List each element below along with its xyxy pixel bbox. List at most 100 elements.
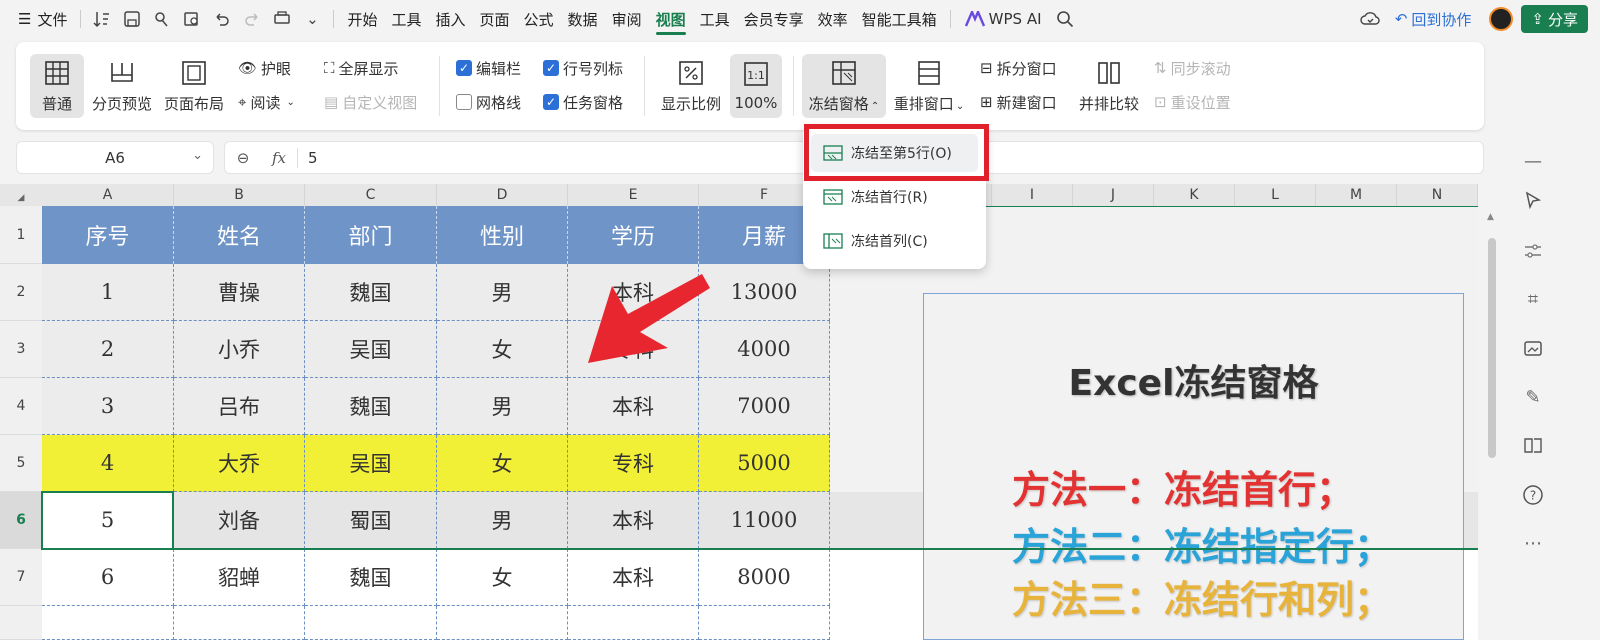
formula-input[interactable]: 5 <box>297 147 318 168</box>
normal-view-button[interactable]: 普通 <box>30 54 84 118</box>
row-header[interactable]: 6 <box>0 492 42 549</box>
book-icon[interactable] <box>1520 432 1546 458</box>
table-cell[interactable]: 1 <box>42 264 174 321</box>
tab-smart-toolbox[interactable]: 智能工具箱 <box>855 0 944 38</box>
row-header[interactable]: 2 <box>0 264 42 321</box>
table-cell[interactable]: 2 <box>42 321 174 378</box>
table-cell[interactable]: 本科 <box>568 549 699 606</box>
tab-page[interactable]: 页面 <box>473 0 517 38</box>
table-cell[interactable]: 女 <box>437 321 568 378</box>
table-cell[interactable]: 专科 <box>568 435 699 492</box>
sliders-icon[interactable] <box>1520 238 1546 264</box>
table-cell[interactable]: 魏国 <box>305 264 437 321</box>
task-pane-checkbox[interactable]: 任务窗格 <box>543 90 623 114</box>
header-cell[interactable]: 序号 <box>42 206 174 264</box>
column-header[interactable]: J <box>1073 184 1154 206</box>
new-window-button[interactable]: ⊞ 新建窗口 <box>980 90 1057 114</box>
side-by-side-button[interactable]: 并排比较 <box>1076 54 1142 118</box>
undo-icon[interactable] <box>207 0 237 38</box>
tab-insert[interactable]: 插入 <box>429 0 473 38</box>
back-to-collab-button[interactable]: ↶ 回到协作 <box>1385 9 1482 30</box>
table-cell[interactable]: 大乔 <box>174 435 305 492</box>
share-button[interactable]: ⇪ 分享 <box>1521 5 1588 33</box>
crop-icon[interactable]: ⌗ <box>1520 286 1546 312</box>
scrollbar-thumb[interactable] <box>1488 238 1496 458</box>
chevron-down-icon[interactable]: ⌄ <box>192 148 203 163</box>
table-cell[interactable]: 7000 <box>699 378 830 435</box>
reading-mode-button[interactable]: ⌖ 阅读 ⌄ <box>238 90 295 114</box>
zoom-out-icon[interactable]: ⊖ <box>225 149 261 167</box>
format-painter-icon[interactable] <box>147 0 177 38</box>
column-header[interactable]: K <box>1154 184 1235 206</box>
table-cell[interactable] <box>42 606 174 640</box>
column-header[interactable]: A <box>42 184 174 206</box>
table-cell[interactable] <box>699 606 830 640</box>
tab-member[interactable]: 会员专享 <box>737 0 811 38</box>
scroll-up-icon[interactable]: ▲ <box>1487 212 1494 222</box>
row-header[interactable] <box>0 606 42 640</box>
table-cell[interactable]: 8000 <box>699 549 830 606</box>
chevron-down-icon[interactable]: ⌄ <box>297 0 327 38</box>
wps-ai-button[interactable]: WPS AI <box>957 10 1050 28</box>
tab-tools-2[interactable]: 工具 <box>693 0 737 38</box>
table-cell[interactable] <box>174 606 305 640</box>
column-header[interactable]: I <box>992 184 1073 206</box>
column-header[interactable]: C <box>305 184 437 206</box>
edit-bar-checkbox[interactable]: 编辑栏 <box>456 56 521 80</box>
custom-view-button[interactable]: ▤ 自定义视图 <box>324 90 417 114</box>
cursor-icon[interactable] <box>1520 188 1546 214</box>
table-cell[interactable]: 女 <box>437 549 568 606</box>
column-header[interactable]: E <box>568 184 699 206</box>
table-cell[interactable]: 吴国 <box>305 435 437 492</box>
fullscreen-button[interactable]: ⛶ 全屏显示 <box>324 56 399 80</box>
table-cell[interactable]: 3 <box>42 378 174 435</box>
more-icon[interactable]: ⋯ <box>1520 530 1546 556</box>
split-window-button[interactable]: ⊟ 拆分窗口 <box>980 56 1057 80</box>
table-cell[interactable]: 6 <box>42 549 174 606</box>
tab-review[interactable]: 审阅 <box>605 0 649 38</box>
table-cell[interactable]: 4 <box>42 435 174 492</box>
table-cell[interactable] <box>305 606 437 640</box>
zoom-100-button[interactable]: 1:1 100% <box>730 54 782 118</box>
column-header[interactable]: B <box>174 184 305 206</box>
table-cell[interactable]: 刘备 <box>174 492 305 549</box>
save-icon[interactable] <box>117 0 147 38</box>
table-cell[interactable]: 男 <box>437 264 568 321</box>
table-cell[interactable]: 男 <box>437 378 568 435</box>
table-cell[interactable]: 女 <box>437 435 568 492</box>
cloud-sync-icon[interactable] <box>1355 0 1385 38</box>
select-all-corner[interactable]: ◢ <box>0 184 42 206</box>
header-cell[interactable]: 姓名 <box>174 206 305 264</box>
column-header[interactable]: L <box>1235 184 1316 206</box>
page-break-preview-button[interactable]: 分页预览 <box>90 54 154 118</box>
column-header[interactable]: D <box>437 184 568 206</box>
collapse-icon[interactable]: — <box>1520 148 1546 174</box>
headings-checkbox[interactable]: 行号列标 <box>543 56 623 80</box>
table-cell[interactable]: 蜀国 <box>305 492 437 549</box>
table-cell[interactable]: 小乔 <box>174 321 305 378</box>
table-cell[interactable]: 吴国 <box>305 321 437 378</box>
file-menu[interactable]: ☰ 文件 <box>0 0 74 38</box>
print-icon[interactable] <box>267 0 297 38</box>
column-header[interactable]: M <box>1316 184 1397 206</box>
zoom-button[interactable]: 显示比例 <box>656 54 726 118</box>
tab-data[interactable]: 数据 <box>561 0 605 38</box>
tab-tools[interactable]: 工具 <box>384 0 428 38</box>
header-cell[interactable]: 部门 <box>305 206 437 264</box>
arrange-windows-button[interactable]: 重排窗口 ⌄ <box>892 54 966 118</box>
tools-icon[interactable]: ✎ <box>1520 384 1546 410</box>
table-cell[interactable]: 本科 <box>568 378 699 435</box>
avatar[interactable] <box>1489 7 1514 31</box>
sort-icon[interactable] <box>87 0 117 38</box>
image-icon[interactable] <box>1520 336 1546 362</box>
table-cell[interactable]: 男 <box>437 492 568 549</box>
header-cell[interactable]: 学历 <box>568 206 699 264</box>
table-cell[interactable]: 本科 <box>568 492 699 549</box>
column-header[interactable]: N <box>1397 184 1478 206</box>
table-cell[interactable]: 曹操 <box>174 264 305 321</box>
print-preview-icon[interactable] <box>177 0 207 38</box>
row-header[interactable]: 5 <box>0 435 42 492</box>
eye-care-button[interactable]: 👁 护眼 <box>238 56 291 80</box>
freeze-panes-button[interactable]: 冻结窗格 ⌃ <box>802 54 886 118</box>
table-cell[interactable]: 吕布 <box>174 378 305 435</box>
